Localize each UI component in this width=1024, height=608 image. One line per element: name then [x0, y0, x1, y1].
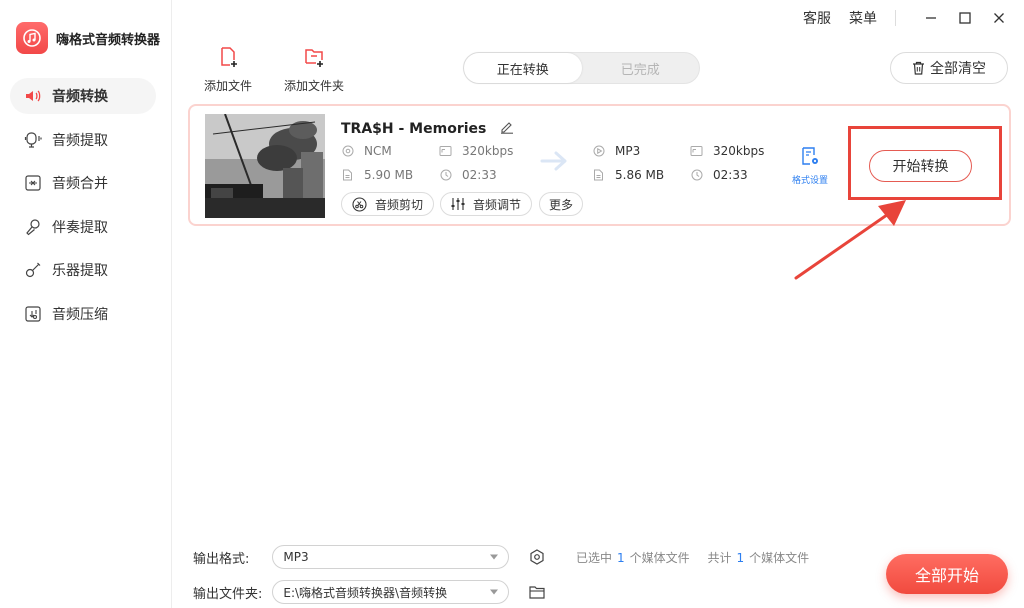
source-format: NCM [341, 144, 392, 158]
edit-name-icon[interactable] [500, 120, 514, 138]
start-all-button[interactable]: 全部开始 [886, 554, 1008, 594]
sidebar-item-label: 音频压缩 [52, 306, 108, 323]
divider [895, 10, 896, 26]
audio-adjust-label: 音频调节 [473, 197, 522, 212]
app-logo-icon [16, 22, 48, 54]
audio-cut-button[interactable]: 音频剪切 [341, 192, 435, 216]
title-bar: 客服 菜单 [803, 8, 1012, 28]
clear-all-button[interactable]: 全部清空 [890, 52, 1008, 84]
add-folder-icon [303, 46, 325, 71]
clock-icon [690, 169, 703, 182]
brand: 嗨格式音频转换器 [16, 22, 160, 54]
output-folder-select[interactable]: E:\嗨格式音频转换器\音频转换 [272, 580, 510, 604]
close-icon[interactable] [986, 8, 1012, 28]
add-file-icon [217, 46, 239, 71]
scissors-icon [352, 196, 367, 212]
output-format-row: 输出格式: MP3 [193, 545, 545, 569]
album-cover-thumbnail [205, 114, 325, 218]
compress-icon [24, 305, 42, 323]
format-options-icon[interactable] [529, 549, 545, 565]
trash-icon [912, 61, 925, 75]
selected-suffix: 个媒体文件 [629, 551, 690, 565]
sidebar-nav: 音频转换 音频提取 音频合并 伴奏提取 乐器提取 音频压缩 [10, 78, 156, 339]
target-bitrate: 320kbps [690, 144, 764, 158]
selected-prefix: 已选中 [576, 551, 613, 565]
output-folder-row: 输出文件夹: E:\嗨格式音频转换器\音频转换 [193, 580, 546, 604]
microphone-icon [24, 218, 42, 236]
format-settings-label: 格式设置 [792, 176, 829, 186]
minimize-icon[interactable] [918, 8, 944, 28]
output-format-value: MP3 [283, 550, 309, 564]
speaker-convert-icon [24, 87, 42, 105]
more-label: 更多 [549, 197, 574, 212]
output-folder-label: 输出文件夹: [193, 586, 263, 602]
file-title-row: TRA$H - Memories [341, 120, 514, 138]
start-convert-button[interactable]: 开始转换 [869, 150, 972, 182]
format-settings-button[interactable]: 格式设置 [792, 146, 828, 186]
app-name: 嗨格式音频转换器 [56, 32, 161, 48]
output-folder-value: E:\嗨格式音频转换器\音频转换 [283, 585, 448, 600]
more-button[interactable]: 更多 [539, 192, 584, 216]
sidebar-item-audio-merge[interactable]: 音频合并 [10, 165, 156, 201]
sidebar-item-label: 音频提取 [52, 132, 108, 149]
audio-cut-label: 音频剪切 [375, 197, 424, 212]
maximize-icon[interactable] [952, 8, 978, 28]
add-file-label: 添加文件 [204, 79, 253, 93]
target-format: MP3 [592, 144, 640, 158]
target-duration: 02:33 [690, 168, 748, 182]
video-extract-icon [24, 131, 42, 149]
status-tabs: 正在转换 已完成 [463, 52, 700, 84]
total-count: 1 [736, 551, 745, 565]
audio-adjust-button[interactable]: 音频调节 [440, 192, 533, 216]
sidebar-item-label: 音频合并 [52, 176, 108, 192]
file-size-icon [592, 169, 605, 182]
source-bitrate: 320kbps [439, 144, 513, 158]
sidebar-item-label: 乐器提取 [52, 263, 108, 279]
equalizer-icon [451, 197, 465, 211]
bitrate-icon [439, 145, 452, 158]
format-settings-icon [800, 146, 820, 169]
total-prefix: 共计 [707, 551, 732, 565]
file-title: TRA$H - Memories [341, 121, 487, 137]
sidebar-item-audio-convert[interactable]: 音频转换 [10, 78, 156, 114]
clear-all-label: 全部清空 [930, 61, 986, 77]
sidebar-item-instrument[interactable]: 乐器提取 [10, 252, 156, 288]
source-size: 5.90 MB [341, 168, 413, 182]
clock-icon [439, 169, 452, 182]
output-format-label: 输出格式: [193, 551, 250, 567]
output-format-select[interactable]: MP3 [272, 545, 510, 569]
file-size-icon [341, 169, 354, 182]
sidebar-item-audio-extract[interactable]: 音频提取 [10, 122, 156, 158]
sidebar-item-label: 伴奏提取 [52, 219, 108, 236]
chevron-down-icon [489, 553, 499, 561]
tab-converting[interactable]: 正在转换 [464, 53, 582, 83]
add-file-button[interactable]: 添加文件 [204, 46, 252, 94]
source-duration: 02:33 [439, 168, 497, 182]
chevron-down-icon [489, 588, 499, 596]
format-icon [341, 145, 354, 158]
menu-link[interactable]: 菜单 [849, 8, 877, 28]
merge-icon [24, 174, 42, 192]
sidebar: 嗨格式音频转换器 音频转换 音频提取 音频合并 伴奏提取 乐器提取 音频压缩 [0, 0, 172, 608]
sidebar-item-compress[interactable]: 音频压缩 [10, 296, 156, 332]
add-folder-label: 添加文件夹 [284, 79, 345, 93]
pointer-arrow-annotation [790, 190, 920, 289]
customer-service-link[interactable]: 客服 [803, 8, 831, 28]
sidebar-item-accompaniment[interactable]: 伴奏提取 [10, 209, 156, 245]
open-folder-icon[interactable] [529, 585, 546, 600]
selection-stats: 已选中 1 个媒体文件 共计 1 个媒体文件 [576, 549, 809, 566]
convert-arrow-icon [540, 150, 570, 176]
tab-completed[interactable]: 已完成 [582, 53, 700, 83]
guitar-icon [24, 261, 42, 279]
selected-count: 1 [617, 551, 625, 565]
format-icon [592, 145, 605, 158]
bitrate-icon [690, 145, 703, 158]
sidebar-item-label: 音频转换 [52, 89, 108, 105]
total-suffix: 个媒体文件 [749, 551, 810, 565]
target-size: 5.86 MB [592, 168, 664, 182]
add-folder-button[interactable]: 添加文件夹 [284, 46, 344, 94]
